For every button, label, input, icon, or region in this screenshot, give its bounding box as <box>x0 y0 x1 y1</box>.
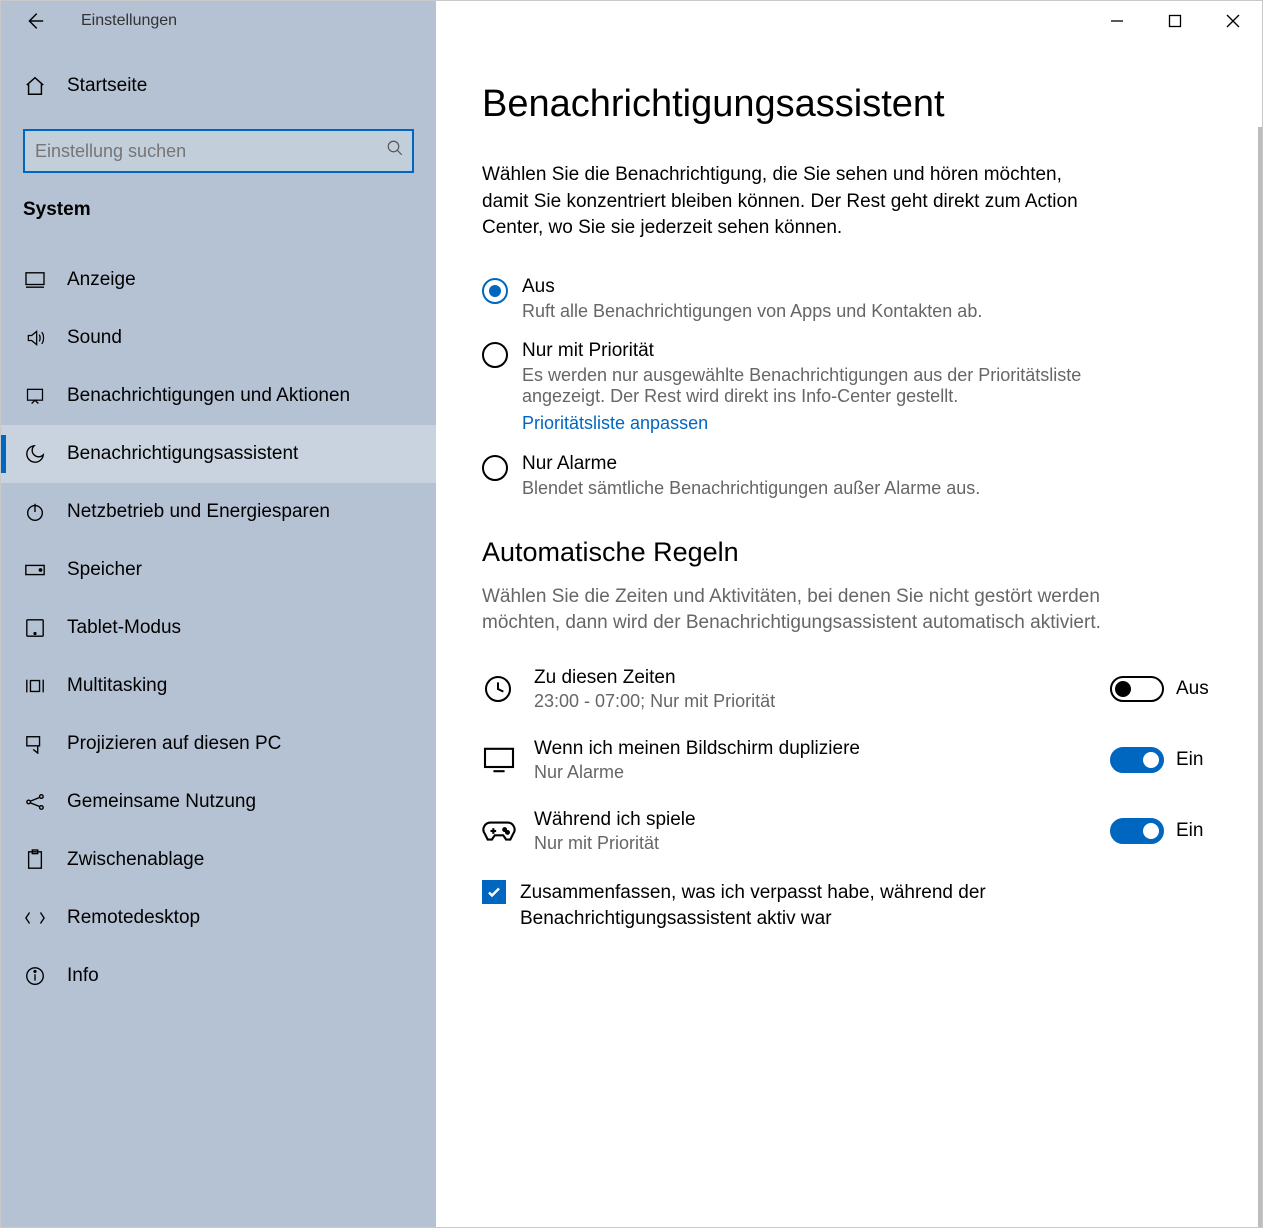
projecting-icon <box>23 734 47 754</box>
maximize-button[interactable] <box>1146 1 1204 41</box>
moon-icon <box>23 443 47 465</box>
sidebar-item-label: Benachrichtigungsassistent <box>67 443 298 465</box>
sidebar-item-label: Multitasking <box>67 675 167 697</box>
sidebar-item-remote[interactable]: Remotedesktop <box>1 889 436 947</box>
settings-window: Einstellungen Startseite <box>0 0 1263 1228</box>
sound-icon <box>23 328 47 348</box>
scrollbar[interactable] <box>1258 127 1262 1227</box>
option-priority-desc: Es werden nur ausgewählte Benachrichtigu… <box>522 365 1082 407</box>
search-input[interactable] <box>23 129 414 173</box>
sidebar-item-storage[interactable]: Speicher <box>1 541 436 599</box>
monitor-icon <box>482 746 526 774</box>
toggle-times-label: Aus <box>1176 678 1216 700</box>
rule-gaming[interactable]: Während ich spiele Nur mit Priorität Ein <box>482 809 1216 854</box>
sidebar-item-projecting[interactable]: Projizieren auf diesen PC <box>1 715 436 773</box>
tablet-icon <box>23 618 47 638</box>
rule-times-sub: 23:00 - 07:00; Nur mit Priorität <box>534 691 1110 712</box>
rules-intro: Wählen Sie die Zeiten und Aktivitäten, b… <box>482 584 1102 637</box>
home-label: Startseite <box>67 75 147 97</box>
sidebar-item-label: Info <box>67 965 99 987</box>
summary-checkbox-label: Zusammenfassen, was ich verpasst habe, w… <box>520 880 1060 931</box>
notifications-icon <box>23 386 47 406</box>
rule-duplicate-title: Wenn ich meinen Bildschirm dupliziere <box>534 738 1110 760</box>
info-icon <box>23 965 47 987</box>
back-button[interactable] <box>23 10 45 32</box>
storage-icon <box>23 563 47 577</box>
toggle-duplicate-label: Ein <box>1176 749 1216 771</box>
sidebar-item-display[interactable]: Anzeige <box>1 251 436 309</box>
sidebar-item-label: Benachrichtigungen und Aktionen <box>67 385 350 407</box>
toggle-times[interactable] <box>1110 676 1164 702</box>
sidebar-item-label: Netzbetrieb und Energiesparen <box>67 501 330 523</box>
home-icon <box>23 75 47 97</box>
clipboard-icon <box>23 849 47 871</box>
rule-duplicate[interactable]: Wenn ich meinen Bildschirm dupliziere Nu… <box>482 738 1216 783</box>
option-off[interactable]: Aus Ruft alle Benachrichtigungen von App… <box>482 276 1216 322</box>
option-alarms[interactable]: Nur Alarme Blendet sämtliche Benachricht… <box>482 453 1216 499</box>
display-icon <box>23 271 47 289</box>
search-icon <box>386 139 404 163</box>
option-priority[interactable]: Nur mit Priorität Es werden nur ausgewäh… <box>482 340 1216 435</box>
window-title: Einstellungen <box>81 12 177 30</box>
sidebar-item-label: Projizieren auf diesen PC <box>67 733 281 755</box>
rule-gaming-sub: Nur mit Priorität <box>534 833 1110 854</box>
power-icon <box>23 501 47 523</box>
summary-checkbox[interactable] <box>482 880 506 904</box>
shared-icon <box>23 792 47 812</box>
sidebar: Startseite System Anzeige <box>1 41 436 1227</box>
sidebar-item-sound[interactable]: Sound <box>1 309 436 367</box>
rule-duplicate-sub: Nur Alarme <box>534 762 1110 783</box>
clock-icon <box>482 673 526 705</box>
option-off-title: Aus <box>522 276 982 298</box>
sidebar-item-label: Anzeige <box>67 269 136 291</box>
close-button[interactable] <box>1204 1 1262 41</box>
intro-text: Wählen Sie die Benachrichtigung, die Sie… <box>482 162 1102 242</box>
sidebar-item-shared[interactable]: Gemeinsame Nutzung <box>1 773 436 831</box>
gamepad-icon <box>482 818 526 844</box>
toggle-gaming[interactable] <box>1110 818 1164 844</box>
sidebar-group-system: System <box>1 199 436 251</box>
sidebar-item-label: Speicher <box>67 559 142 581</box>
toggle-gaming-label: Ein <box>1176 820 1216 842</box>
home-button[interactable]: Startseite <box>1 61 436 111</box>
summary-checkbox-row[interactable]: Zusammenfassen, was ich verpasst habe, w… <box>482 880 1216 931</box>
option-alarms-desc: Blendet sämtliche Benachrichtigungen auß… <box>522 478 980 499</box>
main-content: Benachrichtigungsassistent Wählen Sie di… <box>436 41 1262 1227</box>
titlebar: Einstellungen <box>1 1 1262 41</box>
sidebar-item-tablet[interactable]: Tablet-Modus <box>1 599 436 657</box>
rules-heading: Automatische Regeln <box>482 537 1216 568</box>
rule-gaming-title: Während ich spiele <box>534 809 1110 831</box>
sidebar-item-label: Remotedesktop <box>67 907 200 929</box>
minimize-button[interactable] <box>1088 1 1146 41</box>
multitasking-icon <box>23 676 47 696</box>
radio-priority[interactable] <box>482 342 508 368</box>
rule-times-title: Zu diesen Zeiten <box>534 667 1110 689</box>
sidebar-item-about[interactable]: Info <box>1 947 436 1005</box>
radio-off[interactable] <box>482 278 508 304</box>
priority-list-link[interactable]: Prioritätsliste anpassen <box>522 413 708 434</box>
toggle-duplicate[interactable] <box>1110 747 1164 773</box>
remote-icon <box>23 908 47 928</box>
sidebar-item-clipboard[interactable]: Zwischenablage <box>1 831 436 889</box>
option-off-desc: Ruft alle Benachrichtigungen von Apps un… <box>522 301 982 322</box>
option-alarms-title: Nur Alarme <box>522 453 980 475</box>
sidebar-item-label: Tablet-Modus <box>67 617 181 639</box>
sidebar-item-multitasking[interactable]: Multitasking <box>1 657 436 715</box>
sidebar-item-label: Zwischenablage <box>67 849 204 871</box>
sidebar-item-label: Sound <box>67 327 122 349</box>
page-title: Benachrichtigungsassistent <box>482 83 1216 126</box>
radio-alarms[interactable] <box>482 455 508 481</box>
sidebar-item-notifications[interactable]: Benachrichtigungen und Aktionen <box>1 367 436 425</box>
option-priority-title: Nur mit Priorität <box>522 340 1082 362</box>
sidebar-item-power[interactable]: Netzbetrieb und Energiesparen <box>1 483 436 541</box>
rule-times[interactable]: Zu diesen Zeiten 23:00 - 07:00; Nur mit … <box>482 667 1216 712</box>
sidebar-item-focus-assist[interactable]: Benachrichtigungsassistent <box>1 425 436 483</box>
sidebar-item-label: Gemeinsame Nutzung <box>67 791 256 813</box>
